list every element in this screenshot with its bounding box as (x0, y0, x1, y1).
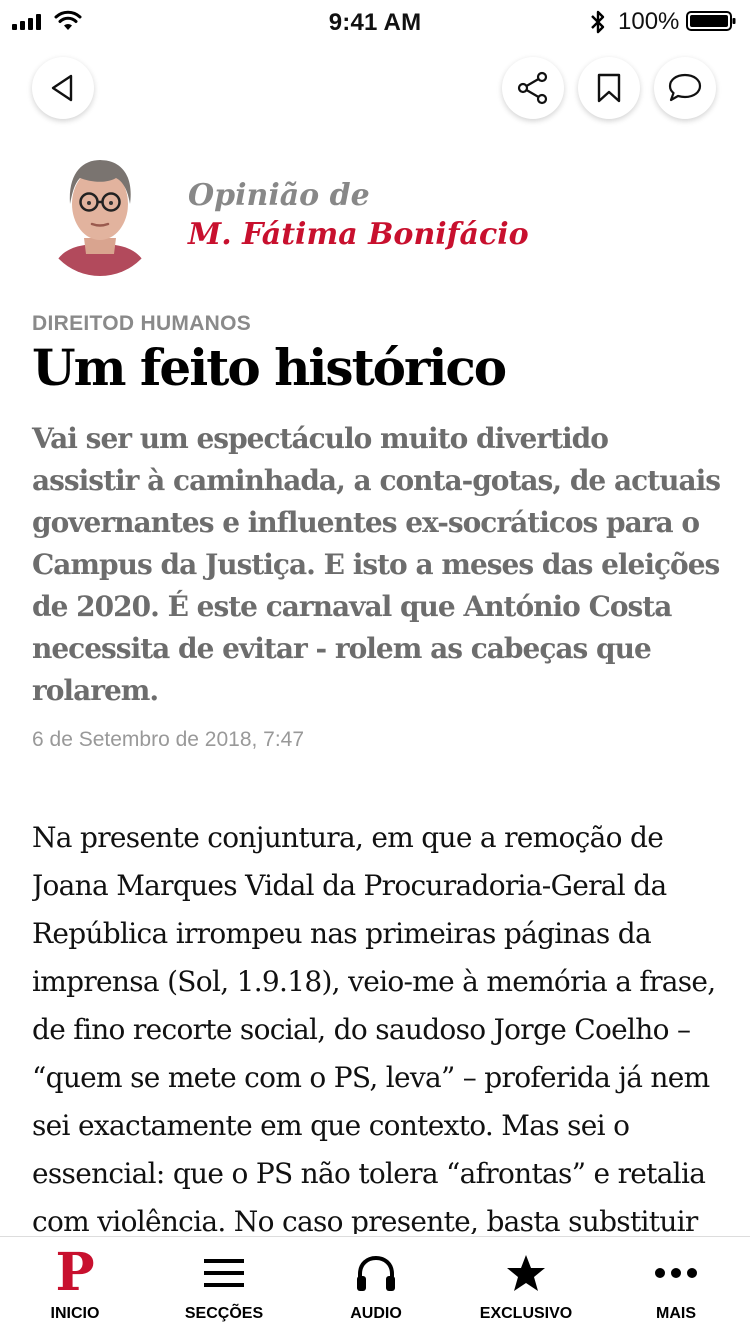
back-triangle-icon (51, 74, 73, 102)
back-button[interactable] (32, 57, 94, 119)
author-name[interactable]: M. Fátima Bonifácio (188, 217, 529, 252)
tab-label: EXCLUSIVO (479, 1305, 573, 1322)
publico-logo-icon: P (55, 1242, 95, 1303)
share-icon (517, 71, 548, 105)
status-bar: 9:41 AM 100% (0, 0, 750, 44)
tab-audio[interactable]: AUDIO (316, 1237, 436, 1335)
tab-exclusivo[interactable]: EXCLUSIVO (466, 1237, 586, 1335)
battery-icon (686, 11, 736, 31)
tab-label: AUDIO (350, 1305, 402, 1322)
tab-label: INICIO (50, 1305, 100, 1322)
share-button[interactable] (502, 57, 564, 119)
article-body: Na presente conjuntura, em que a remoção… (32, 821, 716, 1234)
tab-label: MAIS (656, 1305, 696, 1322)
tab-inicio[interactable]: P INICIO (15, 1237, 135, 1335)
bookmark-icon (597, 73, 621, 103)
comment-icon (668, 73, 702, 102)
author-avatar (42, 160, 158, 276)
tab-label: SECÇÕES (184, 1305, 264, 1322)
bluetooth-icon (591, 10, 605, 34)
tab-mais[interactable]: MAIS (616, 1237, 736, 1335)
tab-bar: P INICIO SECÇÕES AUDIO EXCLUSIVO MAIS (0, 1236, 750, 1335)
bookmark-button[interactable] (578, 57, 640, 119)
comment-button[interactable] (654, 57, 716, 119)
battery-percent: 100% (618, 8, 680, 35)
section-label[interactable]: DIREITOD HUMANOS (32, 312, 251, 336)
headphones-icon (357, 1255, 395, 1291)
tab-seccoes[interactable]: SECÇÕES (164, 1237, 284, 1335)
opinion-label: Opinião de (188, 178, 370, 213)
menu-icon (204, 1259, 244, 1287)
article-headline: Um feito histórico (32, 338, 507, 397)
more-dots-icon (655, 1268, 697, 1278)
star-icon (507, 1255, 545, 1291)
article-date: 6 de Setembro de 2018, 7:47 (32, 728, 305, 751)
article-lead: Vai ser um espectáculo muito divertido a… (32, 422, 721, 707)
